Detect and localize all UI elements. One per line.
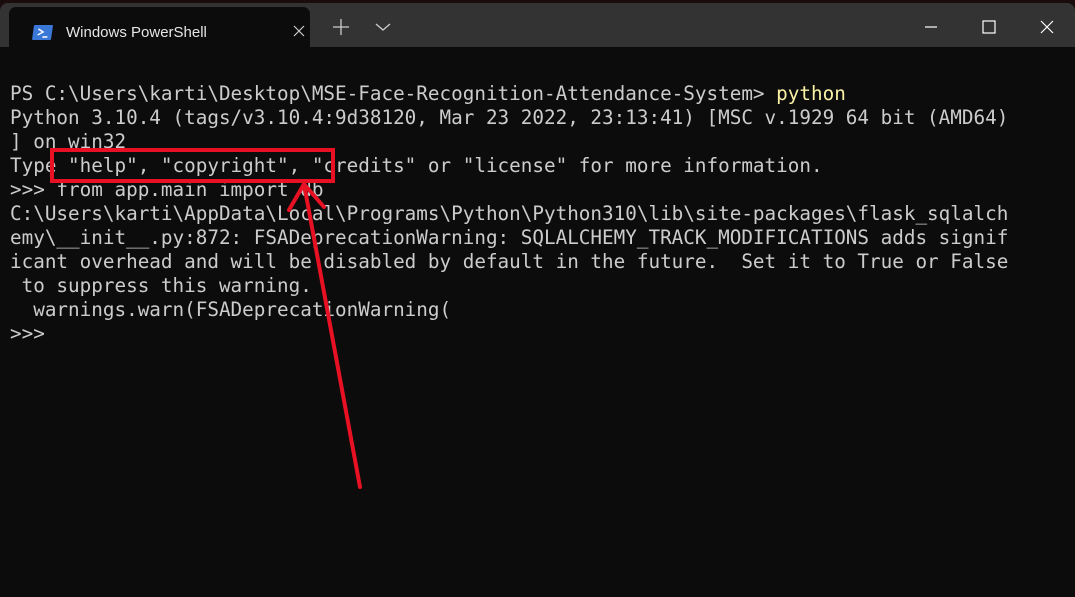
annotation-arrow <box>287 182 362 489</box>
highlight-box <box>50 148 335 183</box>
annotation-overlay <box>50 148 362 489</box>
